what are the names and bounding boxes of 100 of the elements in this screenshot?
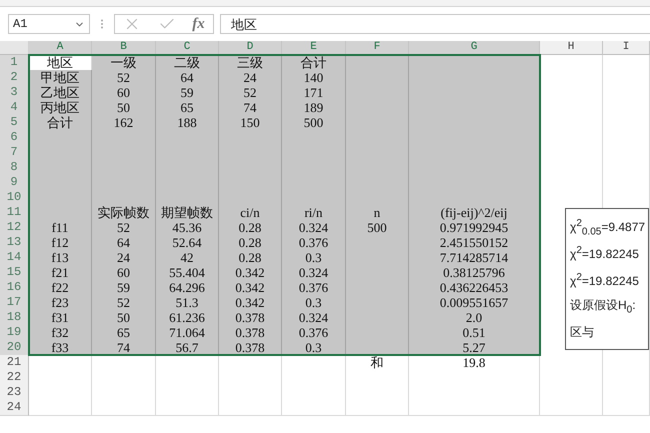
row-header[interactable]: 1 [0,55,29,71]
table-cell: ci/n [219,205,282,221]
table-cell: 50 [92,100,156,116]
row-header[interactable]: 2 [0,70,29,86]
column-header[interactable]: H [540,41,603,55]
table-cell: 0.3 [282,295,346,311]
table-cell: 171 [282,85,346,101]
table-cell: 0.28 [219,250,282,266]
column-header[interactable]: F [346,41,409,55]
row-header[interactable]: 10 [0,190,29,206]
table-cell: n [346,205,409,221]
row-header[interactable]: 15 [0,265,29,281]
table-cell [92,400,156,416]
column-header[interactable]: C [156,41,219,55]
table-cell [540,400,603,416]
table-cell: 0.378 [219,325,282,341]
row-header[interactable]: 19 [0,325,29,341]
table-cell [603,190,650,206]
table-cell: 52 [92,220,156,236]
formula-field[interactable]: 地区 [220,14,650,34]
table-cell: 0.324 [282,220,346,236]
table-cell: 162 [92,115,156,131]
table-cell: 丙地区 [29,100,92,116]
table-cell: 0.376 [282,280,346,296]
table-cell: 0.376 [282,235,346,251]
table-cell: 64.296 [156,280,219,296]
name-box[interactable]: A1 [8,14,90,34]
table-cell: (fij-eij)^2/eij [409,205,540,221]
row-header[interactable]: 7 [0,145,29,161]
table-cell [346,400,409,416]
table-cell: f23 [29,295,92,311]
column-header[interactable]: A [29,41,92,55]
table-cell: 42 [156,250,219,266]
table-cell: 45.36 [156,220,219,236]
table-cell: 150 [219,115,282,131]
table-cell: 61.236 [156,310,219,326]
table-cell: 期望帧数 [156,205,219,221]
table-cell: 0.324 [282,310,346,326]
insert-function-button[interactable]: fx [192,16,205,32]
formula-text: 设原假设H$_{0}$: [570,298,636,312]
row-header[interactable]: 16 [0,280,29,296]
table-cell: 7.714285714 [409,250,540,266]
row-header[interactable]: 9 [0,175,29,191]
table-cell: 甲地区 [29,70,92,86]
table-cell: 0.342 [219,295,282,311]
table-cell: 52 [92,70,156,86]
column-header[interactable]: G [409,41,540,55]
table-cell: 0.342 [219,280,282,296]
row-header[interactable]: 20 [0,340,29,356]
table-cell: 0.51 [409,325,540,341]
row-header[interactable]: 8 [0,160,29,176]
table-cell: f22 [29,280,92,296]
table-cell: 0.28 [219,220,282,236]
table-cell: f32 [29,325,92,341]
table-cell: f21 [29,265,92,281]
row-header[interactable]: 17 [0,295,29,311]
table-cell: 24 [92,250,156,266]
table-cell: 0.28 [219,235,282,251]
column-header[interactable]: E [282,41,346,55]
table-cell: 0.009551657 [409,295,540,311]
row-header[interactable]: 3 [0,85,29,101]
row-header[interactable]: 5 [0,115,29,131]
row-header[interactable]: 22 [0,370,29,386]
select-all-corner[interactable] [0,41,29,55]
table-cell [540,190,603,206]
row-header[interactable]: 18 [0,310,29,326]
table-cell: 52 [92,295,156,311]
table-cell: f11 [29,220,92,236]
row-header[interactable]: 14 [0,250,29,266]
row-header[interactable]: 21 [0,355,29,371]
table-cell: 74 [219,100,282,116]
table-cell: 2.451550152 [409,235,540,251]
table-cell: 500 [346,220,409,236]
row-header[interactable]: 24 [0,400,29,416]
column-header[interactable]: D [219,41,282,55]
table-cell: 52.64 [156,235,219,251]
table-cell: 2.0 [409,310,540,326]
table-cell: 乙地区 [29,85,92,101]
table-cell: 65 [92,325,156,341]
cell-reference: A1 [13,17,28,31]
table-cell: 65 [156,100,219,116]
table-cell: 52 [219,85,282,101]
row-header[interactable]: 12 [0,220,29,236]
row-header[interactable]: 6 [0,130,29,146]
column-header[interactable]: I [603,41,650,55]
table-cell: f31 [29,310,92,326]
table-cell: 188 [156,115,219,131]
row-header[interactable]: 13 [0,235,29,251]
table-cell [282,400,346,416]
column-header[interactable]: B [92,41,156,55]
table-cell: ri/n [282,205,346,221]
table-cell: 0.3 [282,250,346,266]
table-cell: 实际帧数 [92,205,156,221]
table-cell: 64 [156,70,219,86]
table-cell: f13 [29,250,92,266]
row-header[interactable]: 23 [0,385,29,401]
row-header[interactable]: 11 [0,205,29,221]
row-header[interactable]: 4 [0,100,29,116]
table-cell: 24 [219,70,282,86]
table-cell: 59 [156,85,219,101]
